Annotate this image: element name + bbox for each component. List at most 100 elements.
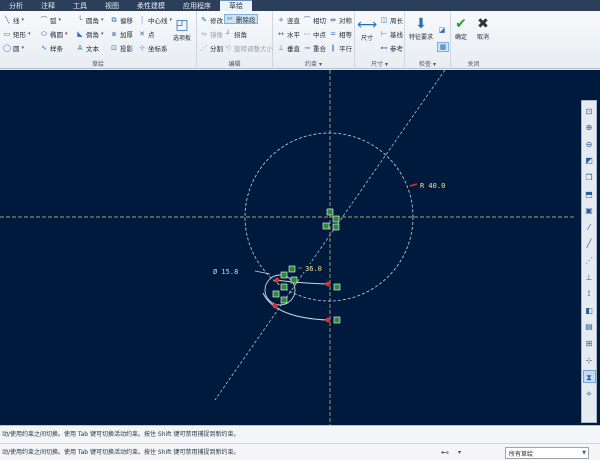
tab-applications[interactable]: 应用程序: [174, 0, 220, 11]
dropdown-arrow-icon[interactable]: ▾: [458, 449, 461, 456]
baseline-icon: ⊢: [380, 30, 388, 38]
endpoint[interactable]: [274, 277, 280, 283]
grid-display-icon[interactable]: ⊹: [583, 354, 596, 367]
vertical-constraint-button[interactable]: + 竖直: [277, 15, 300, 25]
parallel-constraint-button[interactable]: ∥ 平行: [329, 43, 352, 53]
constraint-marker[interactable]: [332, 215, 340, 223]
vertical-icon: +: [278, 16, 284, 24]
circle-button[interactable]: ◯ 圆 ▾: [3, 43, 24, 53]
mirror-button[interactable]: ⇋ 镜像: [200, 29, 223, 39]
corner-button[interactable]: ┘ 拐角: [224, 29, 247, 39]
constraint-display-icon[interactable]: ⊞: [583, 337, 596, 350]
constraint-marker[interactable]: [272, 290, 280, 298]
group-constrain: + 竖直 ⌒ 相切 ⇹ 对称 ↔ 水平 ⋯ 中点 = 相等 ⊥ 垂直 ⊸ 重合 ∥ 平行 约束 ▾: [273, 11, 355, 69]
coincident-constraint-button[interactable]: ⊸ 重合: [303, 43, 326, 53]
rectangle-button[interactable]: ▭ 矩形 ▾: [3, 29, 31, 39]
modify-button[interactable]: ✎ 修改: [200, 15, 223, 25]
zoom-out-icon[interactable]: ⊖: [583, 138, 596, 151]
endpoint[interactable]: [325, 317, 331, 323]
rotate-resize-button[interactable]: ⟲ 旋转调整大小: [224, 43, 273, 53]
point-button[interactable]: ✕ 点: [138, 29, 154, 39]
constraint-marker[interactable]: [280, 296, 288, 304]
highlight-icon: ◪: [438, 26, 446, 34]
vertex-display-icon[interactable]: ⧗: [582, 370, 596, 384]
tab-tools[interactable]: 工具: [64, 0, 96, 11]
perpendicular-icon: ⊥: [277, 44, 285, 52]
csys-display-icon[interactable]: ⊥: [583, 271, 596, 284]
centerline-button[interactable]: ┊ 中心线 ▾: [138, 15, 172, 25]
point-display-icon[interactable]: ⋰: [583, 254, 596, 267]
constraint-marker[interactable]: [288, 265, 296, 273]
ellipse-button[interactable]: ⬭ 椭圆 ▾: [40, 29, 68, 39]
tab-view[interactable]: 视图: [96, 0, 128, 11]
dimension-display-icon[interactable]: ▤: [583, 320, 596, 333]
tab-analysis[interactable]: 分析: [0, 0, 32, 11]
constraint-marker[interactable]: [280, 271, 288, 279]
text-button[interactable]: A 文本: [76, 43, 99, 53]
datum-display-icon[interactable]: ▣: [583, 204, 596, 217]
sketch-drawing: R 40.0 Ø 15.8 36.0: [0, 70, 576, 425]
constraint-marker[interactable]: [326, 208, 334, 216]
reference-button[interactable]: ⊷ 参考: [380, 43, 404, 53]
perpendicular-constraint-button[interactable]: ⊥ 垂直: [277, 43, 300, 53]
radius-dimension[interactable]: R 40.0: [420, 182, 445, 190]
baseline-button[interactable]: ⊢ 基线: [380, 29, 403, 39]
select-active-icon[interactable]: ⟡: [583, 387, 596, 400]
small-circle[interactable]: [264, 274, 296, 306]
display-style-icon[interactable]: ❒: [583, 171, 596, 184]
endpoint[interactable]: [325, 281, 331, 287]
spline-button[interactable]: ∿ 样条: [40, 43, 63, 53]
upper-arc-segment[interactable]: [275, 279, 329, 285]
line-button[interactable]: ╲ 线 ▾: [3, 15, 24, 25]
ok-button[interactable]: ✔ 确定: [452, 16, 470, 41]
diameter-dimension[interactable]: Ø 15.8: [213, 268, 238, 276]
chamfer-button[interactable]: ◣ 倒角 ▾: [76, 29, 103, 39]
linear-dimension[interactable]: 36.0: [305, 265, 322, 273]
constraint-marker[interactable]: [333, 316, 341, 324]
dimension-button[interactable]: ⟷ 尺寸: [357, 17, 377, 42]
arc-button[interactable]: ⌒ 弧 ▾: [40, 15, 62, 25]
project-button[interactable]: ⊡ 投影: [110, 43, 133, 53]
zoom-fit-icon[interactable]: ⊡: [583, 105, 596, 118]
repaint-icon[interactable]: ◩: [583, 154, 596, 167]
tab-sketch[interactable]: 草绘: [220, 0, 252, 11]
delete-segment-button[interactable]: ✂ 删除段: [224, 14, 258, 24]
palette-button[interactable]: ◰ 选项板: [173, 17, 191, 42]
spin-center-icon[interactable]: ⟟: [583, 287, 596, 300]
binoculars-icon[interactable]: ⊷: [441, 448, 449, 457]
inspect-highlight-button[interactable]: ◪: [438, 25, 446, 35]
perimeter-icon: ◫: [380, 16, 388, 24]
equal-constraint-button[interactable]: = 相等: [329, 29, 352, 39]
graphics-canvas[interactable]: R 40.0 Ø 15.8 36.0: [0, 70, 600, 425]
coincident-icon: ⊸: [304, 44, 310, 52]
constraint-marker[interactable]: [332, 223, 340, 231]
coordinate-system-button[interactable]: ⊹ 坐标系: [138, 43, 167, 53]
axis-display-icon[interactable]: ╱: [583, 237, 596, 250]
selection-filter-select[interactable]: 所有草绘 ▼: [505, 447, 589, 459]
cancel-button[interactable]: ✖ 取消: [474, 16, 492, 41]
tangent-icon: ⌒: [303, 16, 311, 24]
inspect-overlap-button[interactable]: ▦: [437, 42, 449, 52]
constraint-marker[interactable]: [290, 276, 298, 284]
fillet-button[interactable]: ╰ 圆角 ▾: [76, 15, 104, 25]
offset-button[interactable]: ⧉ 偏移: [110, 15, 134, 25]
endpoint[interactable]: [272, 303, 278, 309]
saved-orientations-icon[interactable]: ⬒: [583, 188, 596, 201]
feature-requirements-button[interactable]: ⬇ 特征要求: [409, 16, 433, 41]
horizontal-constraint-button[interactable]: ↔ 水平: [277, 29, 300, 39]
tangent-constraint-button[interactable]: ⌒ 相切: [303, 15, 327, 25]
ribbon: ╲ 线 ▾ ⌒ 弧 ▾ ╰ 圆角 ▾ ⧉ 偏移 ┊ 中心线 ▾ ▭ 矩形 ▾ ⬭ 椭圆 ▾ ◣ 倒角 ▾ ⧈ 加…: [0, 11, 600, 69]
constraint-marker[interactable]: [333, 283, 341, 291]
tab-annotate[interactable]: 注释: [32, 0, 64, 11]
divide-button[interactable]: ⋰ 分割: [200, 43, 224, 53]
sketch-view-icon[interactable]: ◧: [583, 304, 596, 317]
zoom-in-icon[interactable]: ⊕: [583, 121, 596, 134]
symmetric-constraint-button[interactable]: ⇹ 对称: [329, 15, 352, 25]
constraint-marker[interactable]: [280, 283, 288, 291]
plane-display-icon[interactable]: ⁄: [583, 221, 596, 234]
perimeter-button[interactable]: ◫ 周长: [380, 15, 403, 25]
constraint-marker[interactable]: [322, 222, 330, 230]
midpoint-constraint-button[interactable]: ⋯ 中点: [303, 29, 327, 39]
tab-flexible-modeling[interactable]: 柔性建模: [128, 0, 174, 11]
thicken-button[interactable]: ⧈ 加厚: [110, 29, 133, 39]
